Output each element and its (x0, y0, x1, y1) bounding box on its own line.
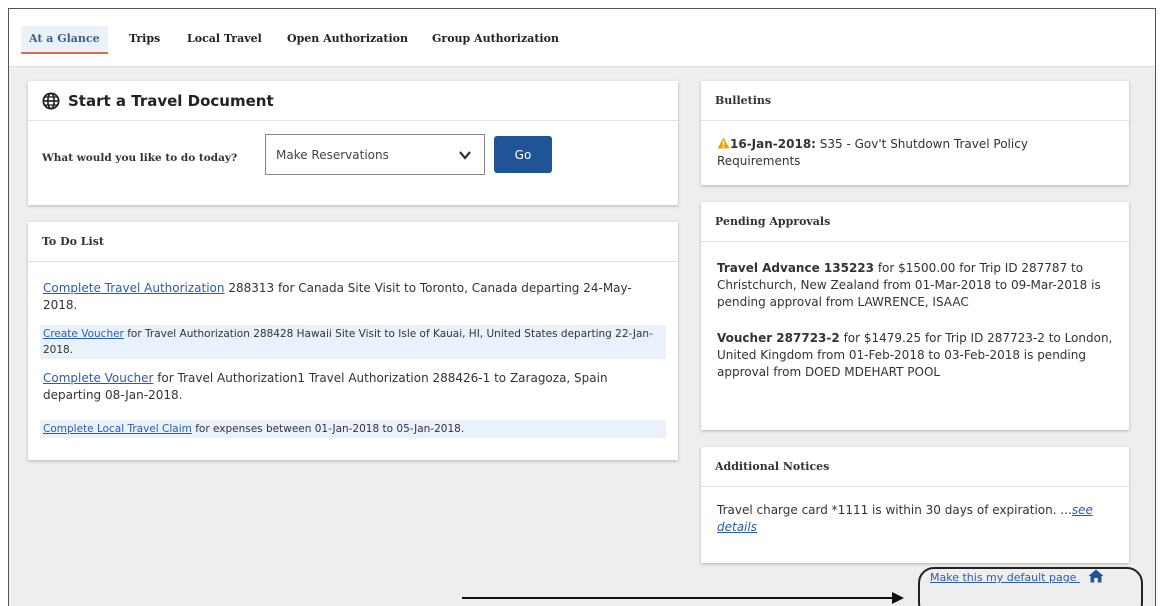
pending-approval-title: Voucher 287723-2 (717, 331, 840, 345)
todo-item: Complete Local Travel Claim for expenses… (40, 420, 666, 438)
todo-item-text: for expenses between 01-Jan-2018 to 05-J… (191, 423, 465, 435)
action-select[interactable]: Make Reservations (265, 134, 485, 175)
chevron-down-icon (459, 151, 471, 160)
pending-approvals-header: Pending Approvals (701, 202, 1129, 242)
bulletin-date: 16-Jan-2018: (730, 137, 816, 151)
annotation-arrow-line (462, 597, 894, 599)
home-icon (1088, 569, 1104, 583)
default-page-link-text: Make this my default page (930, 571, 1077, 584)
annotation-arrow-head (892, 592, 904, 604)
pending-approval-item: Voucher 287723-2 for $1479.25 for Trip I… (717, 330, 1117, 381)
notice-item: Travel charge card *1111 is within 30 da… (717, 502, 1117, 536)
bulletins-header: Bulletins (701, 81, 1129, 121)
complete-voucher-link[interactable]: Complete Voucher (43, 371, 153, 385)
pending-approval-item: Travel Advance 135223 for $1500.00 for T… (717, 260, 1117, 311)
pending-approvals-card: Pending Approvals Travel Advance 135223 … (701, 202, 1129, 430)
tab-bar: At a Glance Trips Local Travel Open Auth… (9, 9, 1155, 67)
tab-at-a-glance[interactable]: At a Glance (21, 26, 108, 54)
todo-list-card: To Do List Complete Travel Authorization… (28, 222, 678, 460)
go-button[interactable]: Go (494, 136, 552, 173)
complete-travel-authorization-link[interactable]: Complete Travel Authorization (43, 281, 225, 295)
todo-item: Complete Voucher for Travel Authorizatio… (40, 369, 666, 405)
bulletins-card: Bulletins 16-Jan-2018: S35 - Gov't Shutd… (701, 81, 1129, 185)
tab-open-authorization[interactable]: Open Authorization (279, 26, 416, 54)
bulletin-item: 16-Jan-2018: S35 - Gov't Shutdown Travel… (717, 136, 1113, 170)
additional-notices-card: Additional Notices Travel charge card *1… (701, 447, 1129, 563)
default-page-link[interactable]: Make this my default page (930, 569, 1104, 584)
start-travel-document-header: Start a Travel Document (28, 81, 678, 121)
todo-item: Create Voucher for Travel Authorization … (40, 325, 666, 359)
start-travel-document-title: Start a Travel Document (68, 91, 274, 110)
tab-trips[interactable]: Trips (121, 26, 168, 54)
todo-item: Complete Travel Authorization 288313 for… (40, 279, 666, 315)
globe-icon (42, 91, 60, 110)
notice-text: Travel charge card *1111 is within 30 da… (717, 503, 1061, 517)
complete-local-travel-claim-link[interactable]: Complete Local Travel Claim (43, 423, 192, 435)
tab-group-authorization[interactable]: Group Authorization (424, 26, 567, 54)
warning-icon (717, 137, 730, 149)
additional-notices-header: Additional Notices (701, 447, 1129, 487)
notice-ellipsis: ... (1060, 503, 1072, 517)
pending-approval-title: Travel Advance 135223 (717, 261, 875, 275)
action-select-value: Make Reservations (276, 147, 389, 162)
what-to-do-label: What would you like to do today? (42, 152, 238, 164)
todo-list-header: To Do List (28, 222, 678, 262)
start-travel-document-card: Start a Travel Document What would you l… (28, 81, 678, 205)
todo-item-text: for Travel Authorization 288428 Hawaii S… (43, 328, 653, 356)
app-frame: At a Glance Trips Local Travel Open Auth… (8, 8, 1156, 606)
tab-local-travel[interactable]: Local Travel (179, 26, 270, 54)
create-voucher-link[interactable]: Create Voucher (43, 328, 124, 340)
